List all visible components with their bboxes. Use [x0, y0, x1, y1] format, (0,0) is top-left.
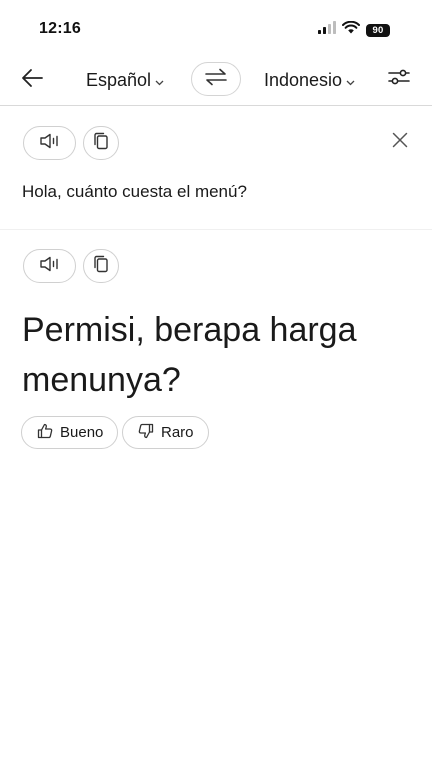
good-feedback-label: Bueno [60, 424, 104, 441]
cellular-signal-icon [318, 21, 336, 39]
settings-button[interactable] [384, 64, 414, 94]
back-button[interactable] [14, 63, 50, 97]
chevron-down-icon [346, 70, 355, 91]
bad-feedback-label: Raro [161, 424, 194, 441]
good-feedback-button[interactable]: Bueno [21, 416, 119, 449]
thumbs-up-icon [37, 423, 53, 443]
swap-arrows-icon [204, 68, 228, 91]
clear-source-button[interactable] [388, 130, 412, 154]
header: Español Indonesio [0, 56, 432, 104]
target-language-select[interactable]: Indonesio [264, 66, 355, 94]
swap-languages-button[interactable] [191, 62, 241, 96]
source-language-select[interactable]: Español [86, 66, 164, 94]
speaker-icon [39, 256, 60, 277]
wifi-icon [342, 20, 360, 39]
status-bar: 12:16 90 [0, 0, 432, 56]
source-text: Hola, cuánto cuesta el menú? [22, 182, 247, 201]
speaker-icon [39, 133, 60, 154]
translation-text: Permisi, berapa harga menunya? [22, 311, 357, 399]
status-time: 12:16 [39, 20, 81, 37]
status-icons: 90 [318, 20, 390, 39]
copy-icon [93, 132, 109, 155]
target-language-label: Indonesio [264, 69, 343, 90]
thumbs-down-icon [138, 423, 154, 443]
source-language-label: Español [86, 69, 152, 90]
bad-feedback-button[interactable]: Raro [122, 416, 209, 449]
source-copy-button[interactable] [83, 126, 119, 160]
header-divider [0, 105, 432, 106]
arrow-left-icon [20, 68, 44, 93]
translation-speak-button[interactable] [23, 249, 76, 283]
chevron-down-icon [155, 70, 164, 91]
copy-icon [93, 255, 109, 278]
translation-copy-button[interactable] [83, 249, 119, 283]
section-divider [0, 229, 432, 230]
close-icon [392, 132, 408, 153]
source-speak-button[interactable] [23, 126, 76, 160]
sliders-icon [388, 68, 410, 91]
battery-icon: 90 [366, 23, 390, 37]
